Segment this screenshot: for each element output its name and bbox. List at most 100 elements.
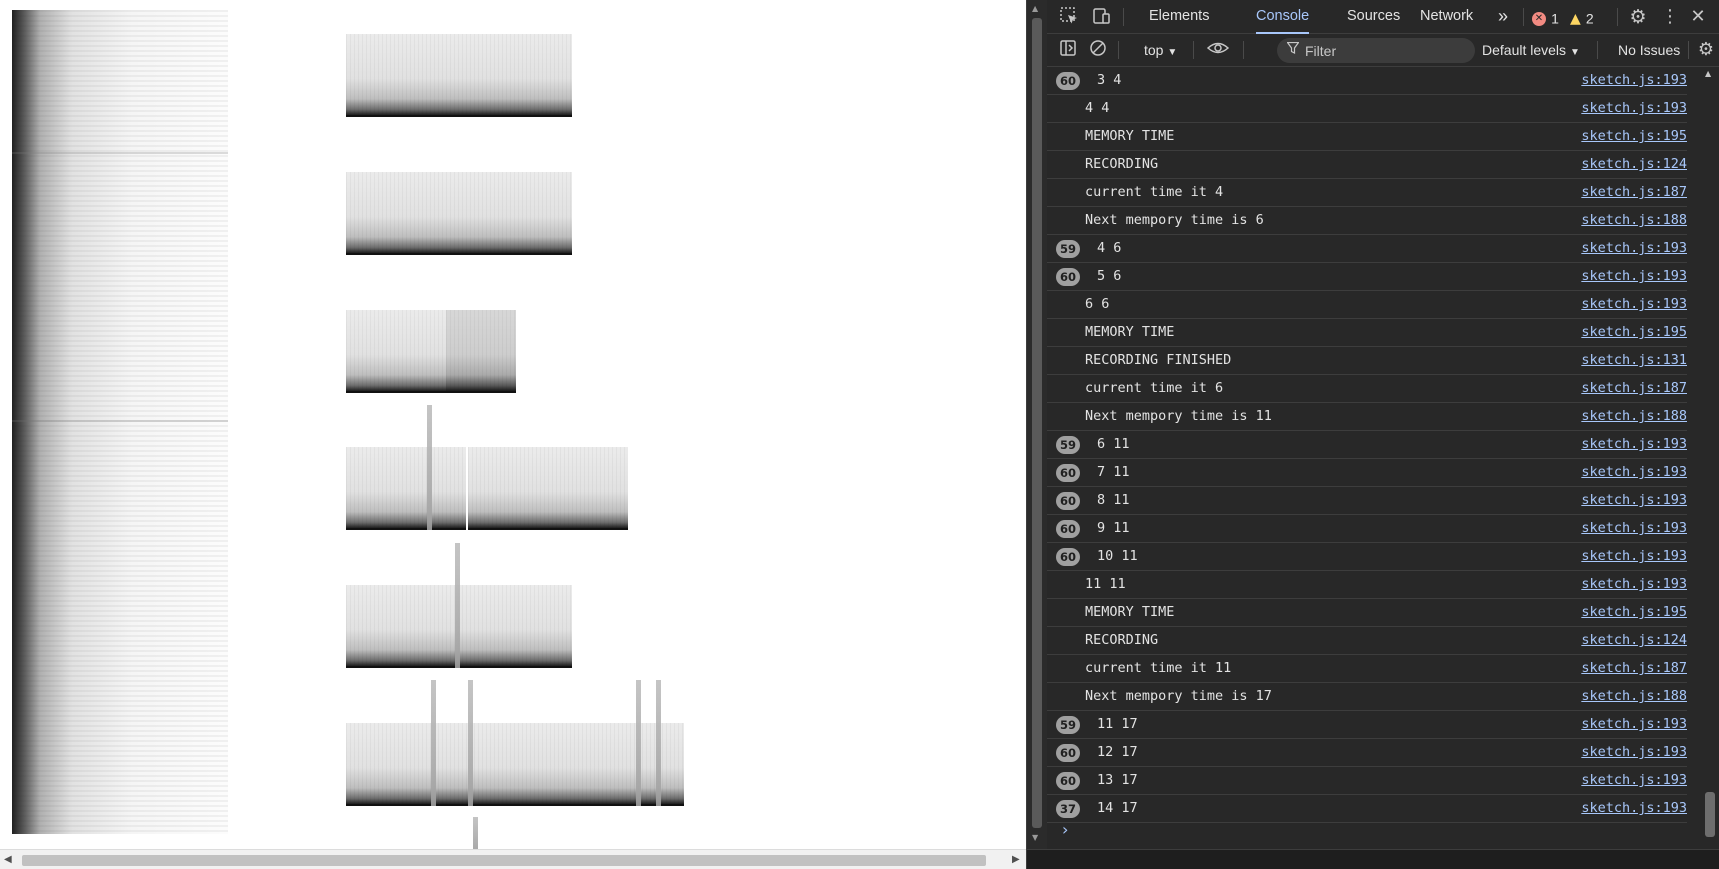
scroll-left-arrow-icon[interactable]: ◀ [4,854,12,865]
scroll-up-arrow-icon[interactable]: ▲ [1032,4,1038,13]
source-link[interactable]: sketch.js:193 [1581,296,1687,312]
source-link[interactable]: sketch.js:193 [1581,800,1687,816]
source-link[interactable]: sketch.js:193 [1581,772,1687,788]
console-row: RECORDING FINISHED sketch.js:131 [1047,347,1687,375]
issues-button[interactable]: No Issues [1618,42,1680,58]
chevron-down-icon: ▼ [1569,47,1580,58]
source-link[interactable]: sketch.js:193 [1581,716,1687,732]
console-message: RECORDING [1085,156,1159,172]
more-tabs-icon[interactable]: » [1498,0,1508,34]
context-value: top [1144,42,1164,58]
sidebar-toggle-icon[interactable] [1057,39,1079,61]
source-link[interactable]: sketch.js:193 [1581,100,1687,116]
spectrogram-4a [346,447,466,530]
toolbar-divider [1193,41,1194,59]
source-link[interactable]: sketch.js:193 [1581,492,1687,508]
live-expression-eye-icon[interactable] [1206,39,1230,61]
source-link[interactable]: sketch.js:124 [1581,156,1687,172]
device-toolbar-icon[interactable] [1090,6,1112,28]
console-message: 4 6 [1097,240,1122,256]
console-row: RECORDING sketch.js:124 [1047,627,1687,655]
spectrogram-spike [636,680,641,806]
spectrogram-strip [12,10,228,834]
console-row: 37 14 17 sketch.js:193 [1047,795,1687,823]
source-link[interactable]: sketch.js:187 [1581,660,1687,676]
filter-input-container[interactable] [1277,38,1475,63]
console-message: current time it 4 [1085,184,1224,200]
console-message: 5 6 [1097,268,1122,284]
source-link[interactable]: sketch.js:193 [1581,72,1687,88]
filter-input[interactable] [1305,42,1465,59]
tab-sources[interactable]: Sources [1347,0,1400,34]
error-warning-counter[interactable]: ✕ 1 ▲ 2 [1532,8,1594,27]
scroll-up-arrow-icon[interactable]: ▲ [1705,69,1711,78]
source-link[interactable]: sketch.js:193 [1581,240,1687,256]
spectrogram-4b [468,447,628,530]
repeat-count-badge: 37 [1056,800,1081,818]
source-link[interactable]: sketch.js:188 [1581,212,1687,228]
tab-console[interactable]: Console [1256,0,1310,34]
source-link[interactable]: sketch.js:187 [1581,380,1687,396]
source-link[interactable]: sketch.js:193 [1581,464,1687,480]
repeat-count-badge: 60 [1056,548,1081,566]
console-settings-gear-icon[interactable]: ⚙ [1695,39,1717,61]
source-link[interactable]: sketch.js:195 [1581,324,1687,340]
page-vertical-scroll-thumb[interactable] [1032,18,1042,828]
tab-network[interactable]: Network [1420,0,1473,34]
scroll-right-arrow-icon[interactable]: ▶ [1012,854,1020,865]
source-link[interactable]: sketch.js:131 [1581,352,1687,368]
source-link[interactable]: sketch.js:195 [1581,128,1687,144]
console-row: 60 12 17 sketch.js:193 [1047,739,1687,767]
inspect-element-icon[interactable] [1058,6,1080,28]
source-link[interactable]: sketch.js:193 [1581,268,1687,284]
error-count: 1 [1551,10,1559,27]
source-link[interactable]: sketch.js:193 [1581,436,1687,452]
spectrogram-spike [431,680,436,806]
toolbar-divider [1597,41,1598,59]
console-message: 12 17 [1097,744,1138,760]
filter-funnel-icon [1286,41,1300,58]
source-link[interactable]: sketch.js:195 [1581,604,1687,620]
spectrogram-1 [346,34,572,117]
devtools-bottom-strip [1027,849,1719,869]
spectrogram-3 [346,310,516,393]
console-message: 11 11 [1085,576,1126,592]
console-message: Next mempory time is 11 [1085,408,1272,424]
source-link[interactable]: sketch.js:187 [1581,184,1687,200]
toolbar-divider [1617,8,1618,26]
tab-elements[interactable]: Elements [1149,0,1209,34]
source-link[interactable]: sketch.js:188 [1581,688,1687,704]
repeat-count-badge: 60 [1056,520,1081,538]
log-levels-dropdown[interactable]: Default levels ▼ [1482,42,1580,58]
page-vertical-scrollbar[interactable]: ▲ ▼ [1027,0,1047,849]
console-message: 6 11 [1097,436,1130,452]
more-options-icon[interactable]: ⋮ [1659,6,1681,28]
source-link[interactable]: sketch.js:193 [1581,548,1687,564]
scroll-down-arrow-icon[interactable]: ▼ [1032,833,1038,842]
console-row: 60 13 17 sketch.js:193 [1047,767,1687,795]
warning-count: 2 [1585,10,1594,27]
source-link[interactable]: sketch.js:193 [1581,576,1687,592]
source-link[interactable]: sketch.js:124 [1581,632,1687,648]
repeat-count-badge: 60 [1056,464,1081,482]
horizontal-scroll-thumb[interactable] [22,855,986,866]
horizontal-scrollbar[interactable]: ◀ ▶ [0,849,1026,869]
source-link[interactable]: sketch.js:193 [1581,520,1687,536]
spectrogram-spike [455,543,460,668]
context-selector[interactable]: top ▼ [1144,42,1177,58]
source-link[interactable]: sketch.js:188 [1581,408,1687,424]
console-messages: 60 3 4 sketch.js:193 4 4 sketch.js:193 MEMORY… [1047,67,1700,849]
console-vertical-scrollbar[interactable]: ▲ [1700,67,1719,849]
console-row: 60 9 11 sketch.js:193 [1047,515,1687,543]
console-row: Next mempory time is 11 sketch.js:188 [1047,403,1687,431]
clear-console-icon[interactable] [1087,39,1109,61]
settings-gear-icon[interactable]: ⚙ [1627,6,1649,28]
console-scroll-thumb[interactable] [1705,792,1715,837]
close-devtools-icon[interactable]: ✕ [1687,6,1709,28]
warning-icon: ▲ [1569,10,1581,27]
console-row: 59 6 11 sketch.js:193 [1047,431,1687,459]
console-message: 4 4 [1085,100,1110,116]
console-message: 6 6 [1085,296,1110,312]
source-link[interactable]: sketch.js:193 [1581,744,1687,760]
console-prompt-icon[interactable]: › [1062,820,1068,839]
